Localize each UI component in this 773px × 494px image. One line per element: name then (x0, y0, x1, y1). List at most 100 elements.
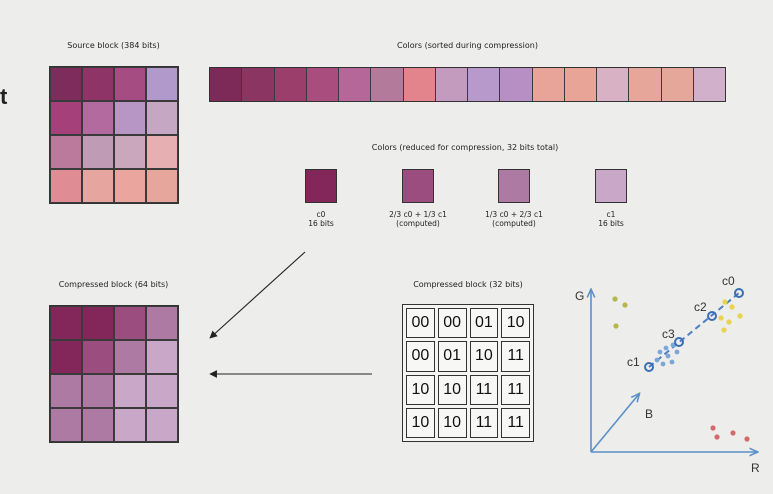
label-c3: c3 (662, 327, 675, 341)
point-blue (657, 349, 663, 355)
point-blue (663, 345, 669, 351)
compressed64-title: Compressed block (64 bits) (58, 280, 169, 289)
sorted-color-cell (597, 68, 630, 101)
edge-letter: t (0, 84, 8, 109)
axis-b-label: B (645, 407, 653, 421)
point-blue (654, 357, 660, 363)
sorted-color-cell (274, 68, 307, 101)
source-cell (146, 135, 178, 169)
compressed64-cell (114, 408, 146, 442)
index-cell: 10 (437, 374, 467, 405)
source-cell (50, 135, 82, 169)
sorted-color-cell (339, 68, 372, 101)
sorted-color-cell (435, 68, 468, 101)
index-cell: 11 (501, 407, 530, 438)
point-red (744, 436, 750, 442)
swatch-c0-color (305, 169, 337, 203)
source-cell (146, 101, 178, 135)
source-cell (50, 67, 82, 101)
source-cell (50, 169, 82, 203)
sorted-color-cell (532, 68, 565, 101)
compressed64-cell (82, 306, 114, 340)
swatch-c0 (305, 169, 337, 203)
source-cell (82, 135, 114, 169)
sorted-colors-strip (209, 67, 726, 102)
sorted-color-cell (403, 68, 436, 101)
index-cell: 10 (501, 308, 530, 339)
arrow-diagonal (209, 251, 306, 339)
sorted-color-cell (371, 68, 404, 101)
compressed64-cell (50, 306, 82, 340)
index-cell: 00 (406, 308, 435, 339)
compressed64-cell (146, 374, 178, 408)
swatch-mix2-label: 1/3 c0 + 2/3 c1 (computed) (485, 210, 543, 228)
swatch-mix2 (498, 169, 530, 203)
point-red (710, 425, 716, 431)
point-green (612, 296, 618, 302)
source-cell (82, 67, 114, 101)
source-cell (114, 135, 146, 169)
source-cell (114, 169, 146, 203)
sorted-color-cell (661, 68, 694, 101)
point-yellow (718, 315, 724, 321)
compressed64-cell (82, 374, 114, 408)
source-block-title: Source block (384 bits) (67, 41, 160, 50)
source-cell (146, 67, 178, 101)
swatch-c1-label: c1 16 bits (598, 210, 624, 228)
compressed64-cell (82, 408, 114, 442)
point-yellow (721, 327, 727, 333)
marker-c3 (674, 337, 684, 347)
swatch-c0-label: c0 16 bits (308, 210, 334, 228)
swatch-c1-color (595, 169, 627, 203)
sorted-color-cell (242, 68, 275, 101)
compressed64-cell (50, 340, 82, 374)
compressed64-cell (114, 306, 146, 340)
swatch-c1 (595, 169, 627, 203)
index-cell: 11 (501, 374, 530, 405)
compressed64-cell (146, 306, 178, 340)
point-yellow (729, 304, 735, 310)
sorted-color-cell (693, 68, 725, 101)
point-blue (674, 349, 680, 355)
index-cell: 11 (469, 407, 499, 438)
index-cell: 11 (469, 374, 499, 405)
axis-r-label: R (751, 461, 760, 475)
point-red (730, 430, 736, 436)
source-cell (50, 101, 82, 135)
source-cell (82, 101, 114, 135)
label-c0: c0 (722, 274, 735, 288)
rgb-plot: G R B c1 c3 c2 c0 (575, 274, 760, 475)
compressed64-cell (50, 374, 82, 408)
point-red (714, 434, 720, 440)
index-cell: 10 (437, 407, 467, 438)
sorted-color-cell (629, 68, 662, 101)
sorted-color-cell (468, 68, 501, 101)
point-yellow (737, 313, 743, 319)
point-yellow (726, 319, 732, 325)
sorted-colors-title: Colors (sorted during compression) (397, 41, 538, 50)
compressed64-grid (49, 305, 179, 443)
axis-b (590, 394, 639, 453)
index-cell: 10 (406, 407, 435, 438)
swatch-mix1 (402, 169, 434, 203)
point-blue (660, 361, 666, 367)
index-cell: 10 (469, 341, 499, 372)
sorted-color-cell (500, 68, 533, 101)
index-cell: 10 (406, 374, 435, 405)
index-cell: 11 (501, 341, 530, 372)
compressed64-cell (146, 340, 178, 374)
sorted-color-cell (306, 68, 339, 101)
axis-g-label: G (575, 289, 584, 303)
label-c2: c2 (694, 300, 707, 314)
source-cell (114, 101, 146, 135)
source-cell (82, 169, 114, 203)
reduced-colors-title: Colors (reduced for compression, 32 bits… (371, 143, 559, 152)
compressed64-cell (114, 374, 146, 408)
swatch-mix2-color (498, 169, 530, 203)
index-cell: 00 (406, 341, 435, 372)
index-cell: 00 (437, 308, 467, 339)
compressed64-cell (114, 340, 146, 374)
compressed32-grid: 00 00 01 10 00 01 10 11 10 10 11 11 10 10 11 11 (402, 304, 534, 442)
point-green (613, 323, 619, 329)
compressed32-title: Compressed block (32 bits) (413, 280, 523, 289)
